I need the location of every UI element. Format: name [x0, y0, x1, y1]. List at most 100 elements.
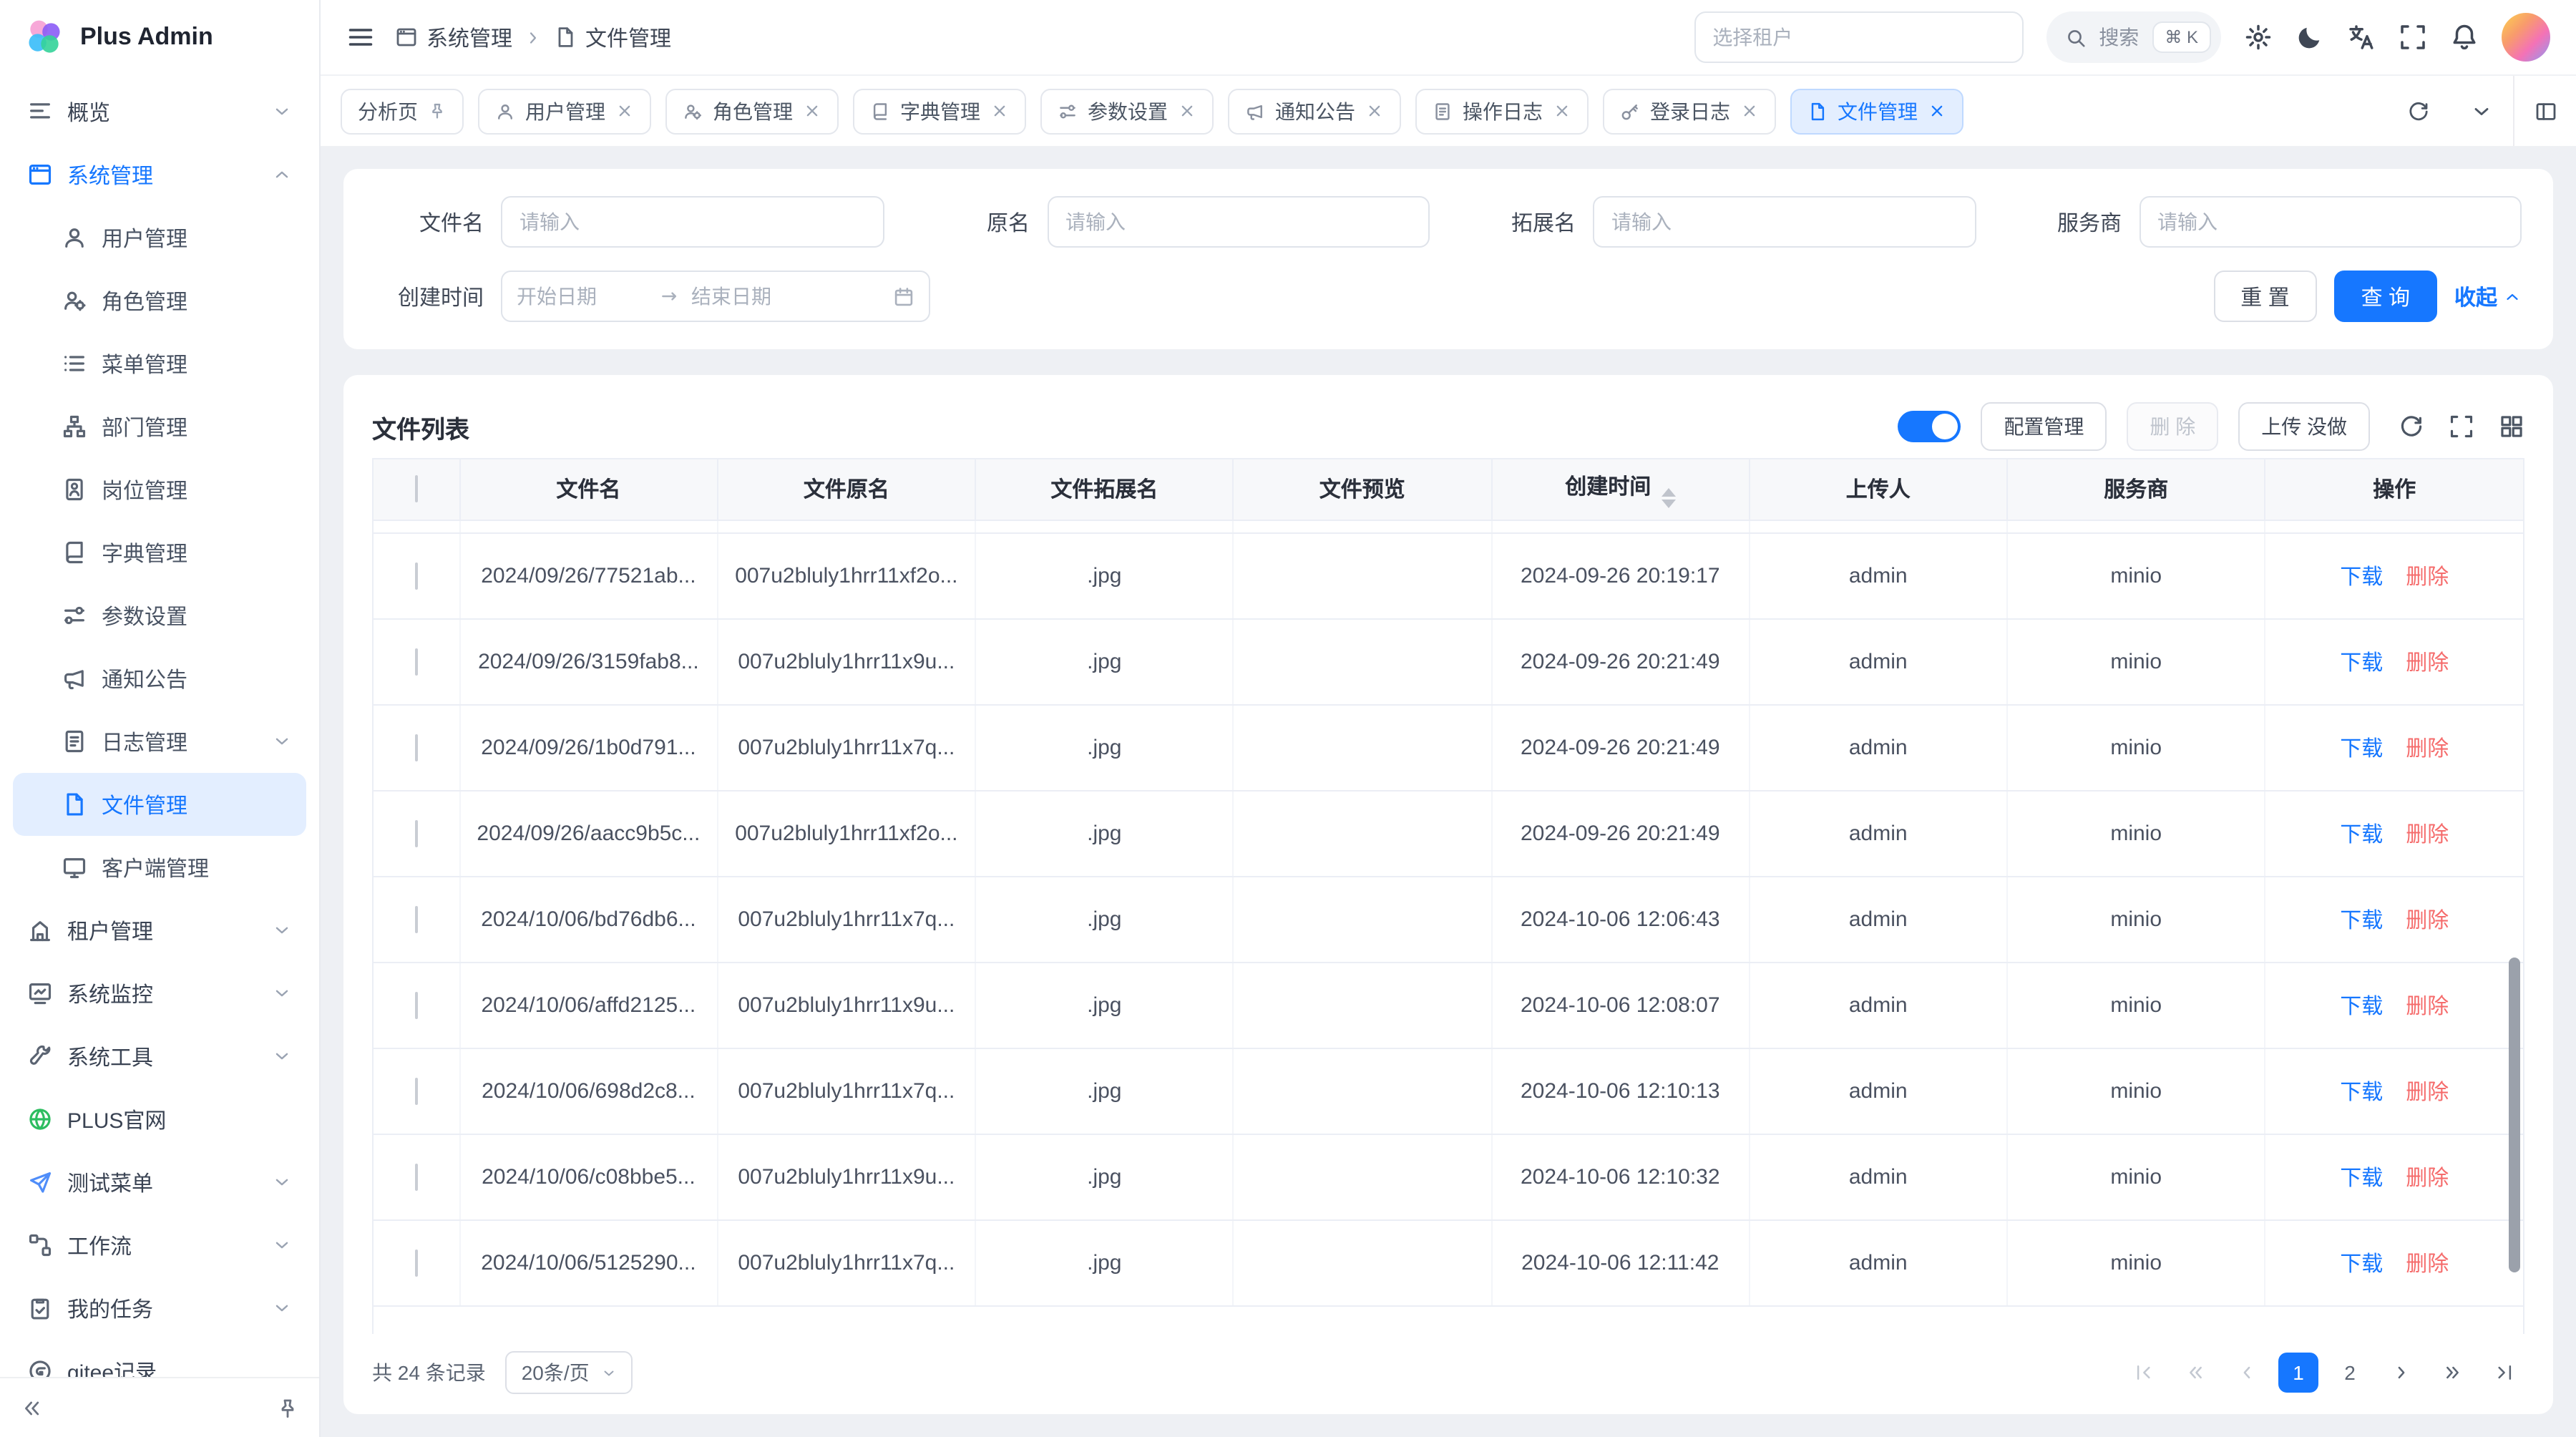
config-manage-button[interactable]: 配置管理 [1981, 402, 2107, 451]
row-checkbox[interactable] [415, 1249, 418, 1276]
prev-page-button[interactable] [2227, 1353, 2267, 1393]
jump-back-button[interactable] [2175, 1353, 2215, 1393]
row-checkbox[interactable] [415, 562, 418, 589]
filter-input[interactable] [2139, 196, 2522, 248]
delete-link[interactable]: 删除 [2406, 651, 2449, 675]
table-scrollbar[interactable] [2509, 958, 2520, 1273]
sidebar-item-post-manage[interactable]: 岗位管理 [13, 458, 306, 521]
close-icon[interactable] [990, 102, 1009, 120]
sidebar-item-overview[interactable]: 概览 [13, 80, 306, 143]
page-size-select[interactable]: 20条/页 [506, 1351, 633, 1394]
filter-input[interactable] [1593, 196, 1976, 248]
jump-forward-button[interactable] [2433, 1353, 2473, 1393]
search-panel-toggle[interactable] [1898, 411, 1961, 442]
date-range-picker[interactable] [501, 271, 930, 322]
end-date-input[interactable] [691, 285, 823, 308]
download-link[interactable]: 下载 [2340, 822, 2383, 847]
sidebar-item-workflow[interactable]: 工作流 [13, 1214, 306, 1277]
download-link[interactable]: 下载 [2340, 908, 2383, 932]
delete-button[interactable]: 删 除 [2127, 402, 2218, 451]
sidebar-item-test-menu[interactable]: 测试菜单 [13, 1151, 306, 1214]
pin-icon[interactable] [428, 102, 447, 120]
last-page-button[interactable] [2484, 1353, 2524, 1393]
sidebar-item-menu-manage[interactable]: 菜单管理 [13, 332, 306, 395]
close-icon[interactable] [1365, 102, 1384, 120]
tab-login-log[interactable]: 登录日志 [1603, 88, 1776, 134]
reset-button[interactable]: 重 置 [2213, 271, 2316, 322]
sidebar-item-log-manage[interactable]: 日志管理 [13, 710, 306, 773]
refresh-table-icon[interactable] [2399, 414, 2424, 439]
delete-link[interactable]: 删除 [2406, 994, 2449, 1018]
page-button-2[interactable]: 2 [2330, 1353, 2370, 1393]
sidebar-item-client-manage[interactable]: 客户端管理 [13, 836, 306, 899]
close-icon[interactable] [1178, 102, 1196, 120]
row-checkbox[interactable] [415, 819, 418, 847]
sidebar-item-notice[interactable]: 通知公告 [13, 647, 306, 710]
sidebar-item-role-manage[interactable]: 角色管理 [13, 269, 306, 332]
download-link[interactable]: 下载 [2340, 565, 2383, 589]
download-link[interactable]: 下载 [2340, 1080, 2383, 1104]
tab-file[interactable]: 文件管理 [1790, 88, 1963, 134]
sidebar-item-system-tools[interactable]: 系统工具 [13, 1025, 306, 1088]
search-button[interactable]: 查 询 [2334, 271, 2437, 322]
filter-input[interactable] [501, 196, 884, 248]
download-link[interactable]: 下载 [2340, 1166, 2383, 1190]
sidebar-item-system-manage[interactable]: 系统管理 [13, 143, 306, 206]
global-search[interactable]: 搜索 ⌘ K [2046, 11, 2221, 63]
tab-param[interactable]: 参数设置 [1040, 88, 1214, 134]
collapse-sidebar-button[interactable] [20, 1396, 43, 1419]
breadcrumb-item[interactable]: 文件管理 [554, 22, 671, 52]
collapse-filters-link[interactable]: 收起 [2454, 281, 2522, 311]
dark-mode-moon-icon[interactable] [2296, 23, 2324, 52]
column-settings-grid-icon[interactable] [2499, 414, 2524, 439]
upload-button[interactable]: 上传 没做 [2238, 402, 2370, 451]
sidebar-item-file-manage[interactable]: 文件管理 [13, 773, 306, 836]
sidebar-item-my-tasks[interactable]: 我的任务 [13, 1277, 306, 1340]
tab-oper-log[interactable]: 操作日志 [1415, 88, 1589, 134]
download-link[interactable]: 下载 [2340, 736, 2383, 761]
next-page-button[interactable] [2381, 1353, 2421, 1393]
tab-user[interactable]: 用户管理 [478, 88, 651, 134]
sidebar-item-gitee-log[interactable]: gitee记录 [13, 1340, 306, 1377]
delete-link[interactable]: 删除 [2406, 1166, 2449, 1190]
row-checkbox[interactable] [415, 734, 418, 761]
sidebar-item-dict-manage[interactable]: 字典管理 [13, 521, 306, 584]
tab-analysis[interactable]: 分析页 [341, 88, 464, 134]
select-all-checkbox[interactable] [415, 476, 418, 503]
tenant-select[interactable] [1694, 11, 2023, 63]
delete-link[interactable]: 删除 [2406, 1252, 2449, 1276]
start-date-input[interactable] [517, 285, 648, 308]
layout-toggle-button[interactable] [2513, 76, 2576, 146]
sort-carets-icon[interactable] [1661, 488, 1675, 508]
settings-gear-icon[interactable] [2244, 23, 2273, 52]
tab-actions-dropdown[interactable] [2450, 76, 2513, 146]
delete-link[interactable]: 删除 [2406, 908, 2449, 932]
breadcrumb-item[interactable]: 系统管理 [395, 22, 512, 52]
delete-link[interactable]: 删除 [2406, 1080, 2449, 1104]
translate-icon[interactable] [2347, 23, 2376, 52]
filter-input[interactable] [1047, 196, 1430, 248]
tab-notice[interactable]: 通知公告 [1228, 88, 1401, 134]
first-page-button[interactable] [2124, 1353, 2164, 1393]
delete-link[interactable]: 删除 [2406, 822, 2449, 847]
delete-link[interactable]: 删除 [2406, 565, 2449, 589]
row-checkbox[interactable] [415, 905, 418, 932]
row-checkbox[interactable] [415, 991, 418, 1018]
sidebar-item-tenant-manage[interactable]: 租户管理 [13, 899, 306, 962]
refresh-tab-button[interactable] [2387, 76, 2450, 146]
pin-sidebar-icon[interactable] [276, 1396, 299, 1419]
sidebar-item-user-manage[interactable]: 用户管理 [13, 206, 306, 269]
close-icon[interactable] [803, 102, 821, 120]
download-link[interactable]: 下载 [2340, 1252, 2383, 1276]
page-button-1[interactable]: 1 [2278, 1353, 2318, 1393]
user-avatar[interactable] [2502, 13, 2550, 62]
sidebar-item-plus-site[interactable]: PLUS官网 [13, 1088, 306, 1151]
notifications-bell-icon[interactable] [2450, 23, 2479, 52]
download-link[interactable]: 下载 [2340, 651, 2383, 675]
close-icon[interactable] [615, 102, 634, 120]
close-icon[interactable] [1928, 102, 1946, 120]
sidebar-item-dept-manage[interactable]: 部门管理 [13, 395, 306, 458]
tab-dict[interactable]: 字典管理 [853, 88, 1026, 134]
column-header[interactable]: 创建时间 [1491, 459, 1749, 520]
sidebar-item-system-monitor[interactable]: 系统监控 [13, 962, 306, 1025]
